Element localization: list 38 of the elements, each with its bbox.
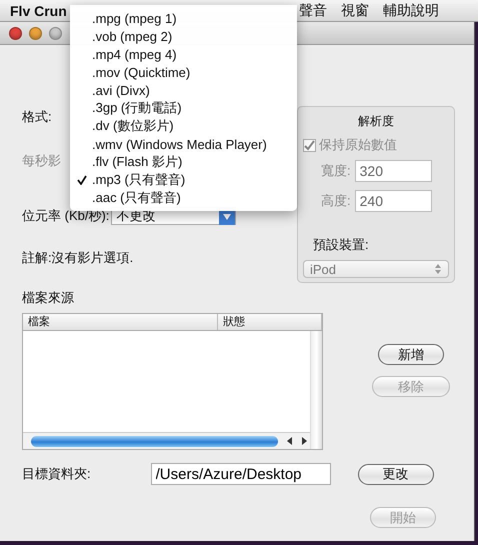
source-title: 檔案來源 — [22, 289, 75, 307]
menu-item[interactable]: 聲音 — [298, 2, 327, 20]
width-label: 寬度: — [321, 162, 351, 180]
column-header[interactable]: 檔案 — [23, 314, 218, 330]
change-button[interactable]: 更改 — [358, 464, 434, 484]
vertical-scrollbar[interactable] — [310, 331, 322, 449]
format-menu-item[interactable]: .mp3 (只有聲音) — [70, 171, 297, 189]
menu-item[interactable]: 視窗 — [340, 2, 369, 20]
destination-field[interactable]: /Users/Azure/Desktop — [150, 463, 331, 485]
stepper-icon — [434, 263, 442, 275]
note-text: 註解:沒有影片選項. — [22, 249, 134, 267]
keep-original-label: 保持原始數值 — [319, 136, 397, 154]
format-menu-item[interactable]: .vob (mpeg 2) — [70, 27, 297, 45]
format-menu-item[interactable]: .flv (Flash 影片) — [70, 153, 297, 171]
format-menu-item[interactable]: .3gp (行動電話) — [70, 99, 297, 117]
close-button[interactable] — [9, 26, 22, 40]
fps-label: 每秒影 — [22, 152, 61, 170]
format-menu-item[interactable]: .mpg (mpeg 1) — [70, 9, 297, 27]
format-menu-item[interactable]: .aac (只有聲音) — [70, 189, 297, 207]
preset-label: 預設裝置: — [313, 236, 370, 254]
add-button[interactable]: 新增 — [378, 344, 444, 365]
format-menu-item[interactable]: .mov (Quicktime) — [70, 63, 297, 81]
bitrate-label: 位元率 (Kb/秒): — [22, 207, 110, 225]
minimize-button[interactable] — [29, 26, 42, 40]
format-menu-item[interactable]: .mp4 (mpeg 4) — [70, 45, 297, 63]
menu-item[interactable]: 輔助說明 — [382, 2, 439, 20]
resolution-title: 解析度 — [358, 113, 394, 130]
column-header[interactable]: 狀態 — [218, 314, 322, 330]
checkmark-icon — [77, 174, 87, 184]
format-menu-item[interactable]: .wmv (Windows Media Player) — [70, 135, 297, 153]
destination-label: 目標資料夾: — [22, 465, 91, 483]
format-menu-item[interactable]: .avi (Divx) — [70, 81, 297, 99]
height-label: 高度: — [321, 192, 351, 210]
horizontal-scrollbar[interactable] — [23, 432, 310, 449]
format-menu-item[interactable]: .dv (數位影片) — [70, 117, 297, 135]
app-menu[interactable]: Flv Crun — [10, 2, 67, 18]
zoom-button[interactable] — [49, 26, 62, 40]
format-label: 格式: — [22, 108, 52, 126]
